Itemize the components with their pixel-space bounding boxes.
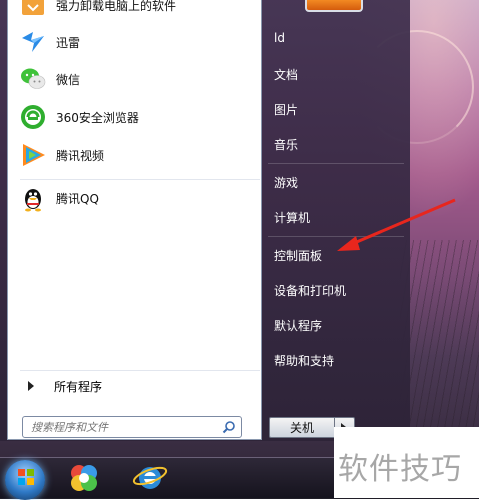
- all-programs-label: 所有程序: [54, 379, 103, 394]
- right-item-pictures[interactable]: 图片: [274, 101, 298, 119]
- tencent-video-icon: [23, 144, 45, 166]
- search-input[interactable]: [29, 418, 218, 436]
- program-label: 腾讯视频: [56, 148, 105, 163]
- list-divider: [20, 179, 260, 180]
- right-item-games[interactable]: 游戏: [274, 174, 298, 192]
- program-item-qq[interactable]: 腾讯QQ: [13, 181, 257, 215]
- program-label: 迅雷: [56, 35, 81, 50]
- right-item-devices-printers[interactable]: 设备和打印机: [274, 282, 346, 300]
- program-item-uninstaller[interactable]: 强力卸载电脑上的软件: [13, 0, 257, 22]
- right-item-computer[interactable]: 计算机: [274, 209, 310, 227]
- program-item-360-browser[interactable]: 360安全浏览器: [13, 100, 257, 134]
- watermark-text: 软件技巧: [338, 452, 462, 487]
- right-item-default-programs[interactable]: 默认程序: [274, 317, 322, 335]
- program-label: 腾讯QQ: [56, 191, 99, 206]
- search-box[interactable]: [22, 416, 242, 438]
- right-item-help-support[interactable]: 帮助和支持: [274, 352, 334, 370]
- right-item-documents[interactable]: 文档: [274, 66, 298, 84]
- wechat-icon: [21, 68, 46, 89]
- right-item-music[interactable]: 音乐: [274, 136, 298, 154]
- all-programs-button[interactable]: 所有程序: [20, 374, 260, 398]
- shutdown-button[interactable]: 关机: [269, 417, 335, 438]
- start-menu: 强力卸载电脑上的软件 迅雷 微信 360安全浏览器 腾讯视频 腾讯QQ 所有程序…: [0, 0, 410, 441]
- internet-explorer-icon[interactable]: [132, 461, 168, 495]
- right-divider: [268, 236, 404, 237]
- search-icon[interactable]: [222, 420, 236, 434]
- windows-logo-icon: [18, 469, 34, 485]
- user-picture[interactable]: [305, 0, 363, 12]
- list-divider: [20, 370, 260, 371]
- start-menu-left-pane: 强力卸载电脑上的软件 迅雷 微信 360安全浏览器 腾讯视频 腾讯QQ 所有程序: [7, 0, 262, 440]
- arrow-right-icon: [28, 381, 34, 391]
- program-label: 微信: [56, 72, 81, 87]
- xunlei-icon: [22, 32, 44, 52]
- program-label: 360安全浏览器: [56, 110, 139, 125]
- right-divider: [268, 163, 404, 164]
- program-label: 强力卸载电脑上的软件: [56, 0, 177, 13]
- program-item-wechat[interactable]: 微信: [13, 62, 257, 96]
- right-item-control-panel[interactable]: 控制面板: [274, 247, 322, 265]
- taskbar-app-icon[interactable]: [66, 461, 102, 495]
- 360-browser-icon: [21, 105, 45, 129]
- program-item-xunlei[interactable]: 迅雷: [13, 25, 257, 59]
- right-item-user-folder[interactable]: ld: [274, 31, 285, 49]
- qq-penguin-icon: [25, 189, 41, 212]
- start-button[interactable]: [5, 460, 45, 500]
- uninstaller-icon: [22, 0, 44, 15]
- program-item-tencent-video[interactable]: 腾讯视频: [13, 138, 257, 172]
